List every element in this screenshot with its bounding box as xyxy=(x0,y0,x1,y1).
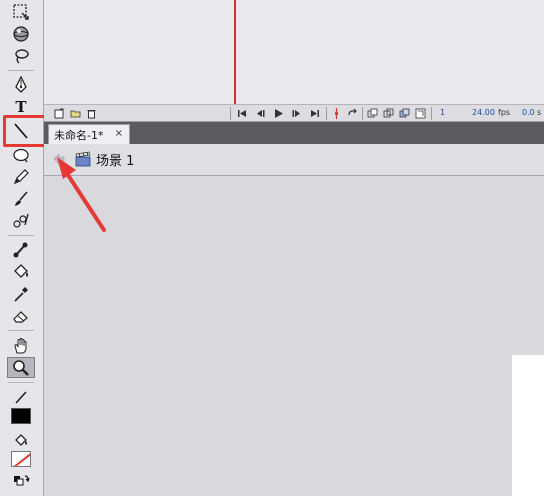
timeline-frames-area[interactable] xyxy=(44,0,544,104)
timeline-controls-bar: 1 24.00 fps 0.0 s xyxy=(44,104,544,122)
play-icon[interactable] xyxy=(272,107,285,120)
delete-layer-icon[interactable] xyxy=(85,107,98,120)
eraser-tool-icon[interactable] xyxy=(7,305,35,326)
timeline-divider xyxy=(326,107,327,120)
timeline-divider xyxy=(362,107,363,120)
text-tool-icon[interactable]: T xyxy=(7,96,35,117)
timeline-divider xyxy=(230,107,231,120)
brush-tool-icon[interactable] xyxy=(7,188,35,209)
flash-workspace: T 1 24.00 fps 0.0 s 未命名-1* × 场景 1 xyxy=(0,0,544,496)
edit-multiple-frames-icon[interactable] xyxy=(398,107,411,120)
timeline-panel: 1 24.00 fps 0.0 s xyxy=(44,0,544,122)
stage-canvas-corner xyxy=(512,355,544,496)
line-tool-highlight-box xyxy=(3,115,49,147)
elapsed-time-value: 0.0 xyxy=(522,108,535,117)
document-tab[interactable]: 未命名-1* × xyxy=(48,124,130,144)
zoom-tool-icon[interactable] xyxy=(7,357,35,378)
document-tab-title: 未命名-1* xyxy=(54,128,104,142)
step-back-frame-icon[interactable] xyxy=(254,107,267,120)
go-to-first-frame-icon[interactable] xyxy=(236,107,249,120)
new-layer-icon[interactable] xyxy=(53,107,66,120)
elapsed-time-unit: s xyxy=(537,108,542,117)
fill-color-swatch[interactable] xyxy=(11,451,31,467)
modify-onion-markers-icon[interactable] xyxy=(414,107,427,120)
toolbar-divider xyxy=(8,382,34,383)
eyedropper-tool-icon[interactable] xyxy=(7,283,35,304)
stroke-color-pencil-icon xyxy=(7,386,35,407)
toolbar-divider xyxy=(8,70,34,71)
step-forward-frame-icon[interactable] xyxy=(290,107,303,120)
3d-rotation-tool-icon[interactable] xyxy=(7,23,35,44)
deco-tool-icon[interactable] xyxy=(7,210,35,231)
text-tool-glyph: T xyxy=(15,97,27,116)
edit-bar: 场景 1 xyxy=(44,144,544,176)
loop-icon[interactable] xyxy=(346,107,359,120)
stroke-color-swatch[interactable] xyxy=(11,408,31,424)
toolbar-divider xyxy=(8,235,34,236)
lasso-tool-icon[interactable] xyxy=(7,45,35,66)
current-frame[interactable]: 1 xyxy=(440,108,445,117)
onion-skin-outlines-icon[interactable] xyxy=(382,107,395,120)
center-frame-icon[interactable] xyxy=(330,107,343,120)
go-to-last-frame-icon[interactable] xyxy=(308,107,321,120)
timeline-divider xyxy=(431,107,432,120)
paint-bucket-tool-icon[interactable] xyxy=(7,261,35,282)
frame-rate-unit: fps xyxy=(498,108,511,117)
oval-tool-icon[interactable] xyxy=(7,144,35,165)
annotation-arrow xyxy=(57,157,106,232)
close-tab-icon[interactable]: × xyxy=(115,128,123,139)
document-tab-strip: 未命名-1* × xyxy=(44,122,544,144)
tools-panel: T xyxy=(0,0,49,496)
stage-area[interactable] xyxy=(44,177,544,496)
onion-skin-icon[interactable] xyxy=(366,107,379,120)
new-folder-icon[interactable] xyxy=(69,107,82,120)
pencil-tool-icon[interactable] xyxy=(7,166,35,187)
hand-tool-icon[interactable] xyxy=(7,335,35,356)
fill-color-bucket-icon xyxy=(7,429,35,450)
toolbar-divider xyxy=(8,330,34,331)
bone-tool-icon[interactable] xyxy=(7,239,35,260)
pen-tool-icon[interactable] xyxy=(7,74,35,95)
playhead[interactable] xyxy=(234,0,236,106)
swap-colors-icon[interactable] xyxy=(7,471,35,492)
frame-rate-value[interactable]: 24.00 xyxy=(472,108,495,117)
free-transform-tool-icon[interactable] xyxy=(7,1,35,22)
